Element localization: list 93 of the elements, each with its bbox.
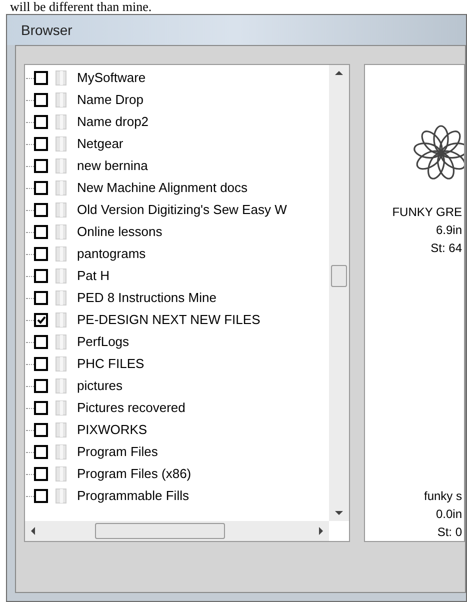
checkbox[interactable] (34, 203, 48, 217)
folder-name: Pat H (77, 267, 110, 286)
folder-icon (54, 92, 68, 108)
folder-item[interactable]: pantograms (25, 243, 329, 265)
folder-icon (54, 268, 68, 284)
folder-icon (54, 378, 68, 394)
folder-name: Program Files (77, 443, 158, 462)
design-info-text: funky s (424, 488, 463, 505)
folder-item[interactable]: Online lessons (25, 221, 329, 243)
folder-item[interactable]: PIXWORKS (25, 419, 329, 441)
folder-icon (54, 246, 68, 262)
folder-name: New Machine Alignment docs (77, 179, 248, 198)
checkbox[interactable] (34, 445, 48, 459)
folder-item[interactable]: new bernina (25, 155, 329, 177)
folder-item[interactable]: Old Version Digitizing's Sew Easy W (25, 199, 329, 221)
folder-item[interactable]: PE-DESIGN NEXT NEW FILES (25, 309, 329, 331)
checkbox[interactable] (34, 467, 48, 481)
checkbox[interactable] (34, 93, 48, 107)
checkbox[interactable] (34, 71, 48, 85)
checkbox[interactable] (34, 269, 48, 283)
checkbox[interactable] (34, 159, 48, 173)
folder-icon (54, 136, 68, 152)
folder-name: new bernina (77, 157, 148, 176)
checkbox[interactable] (34, 225, 48, 239)
design-info-text: 6.9in (436, 222, 463, 239)
checkbox[interactable] (34, 335, 48, 349)
folder-icon (54, 70, 68, 86)
folder-item[interactable]: Name Drop (25, 89, 329, 111)
folder-name: PerfLogs (77, 333, 130, 352)
caption-text: will be different than mine. (9, 0, 153, 14)
folder-item[interactable]: Name drop2 (25, 111, 329, 133)
folder-name: Name Drop (77, 91, 144, 110)
folder-icon (54, 290, 68, 306)
folder-name: Pictures recovered (77, 399, 186, 418)
folder-item[interactable]: PHC FILES (25, 353, 329, 375)
folder-name: Programmable Fills (77, 487, 189, 506)
folder-item[interactable]: New Machine Alignment docs (25, 177, 329, 199)
folder-name: Name drop2 (77, 113, 149, 132)
checkbox[interactable] (34, 313, 48, 327)
folder-icon (54, 312, 68, 328)
design-info-text: St: 0 (437, 524, 463, 541)
folder-icon (54, 356, 68, 372)
folder-name: MySoftware (77, 69, 146, 88)
folder-item[interactable]: PerfLogs (25, 331, 329, 353)
folder-icon (54, 444, 68, 460)
design-info-text: St: 64 (430, 240, 463, 257)
folder-icon (54, 158, 68, 174)
folder-icon (54, 202, 68, 218)
checkmark-icon (36, 316, 46, 324)
folder-name: Online lessons (77, 223, 162, 242)
horizontal-scrollbar[interactable] (25, 521, 329, 541)
checkbox[interactable] (34, 423, 48, 437)
folder-name: PHC FILES (77, 355, 144, 374)
folder-name: Old Version Digitizing's Sew Easy W (77, 201, 287, 220)
folder-item[interactable]: Programmable Fills (25, 485, 329, 507)
folder-icon (54, 114, 68, 130)
folder-name: Netgear (77, 135, 124, 154)
window-title: Browser (7, 15, 466, 45)
design-info-text: FUNKY GRE (392, 204, 463, 221)
folder-icon (54, 224, 68, 240)
folder-icon (54, 422, 68, 438)
folder-name: PE-DESIGN NEXT NEW FILES (77, 311, 260, 330)
folder-name: PED 8 Instructions Mine (77, 289, 216, 308)
checkbox[interactable] (34, 489, 48, 503)
folder-item[interactable]: pictures (25, 375, 329, 397)
checkbox[interactable] (34, 247, 48, 261)
checkbox[interactable] (34, 137, 48, 151)
scroll-thumb[interactable] (95, 523, 225, 539)
design-info-text: 0.0in (436, 506, 463, 523)
checkbox[interactable] (34, 379, 48, 393)
folder-item[interactable]: Pat H (25, 265, 329, 287)
vertical-scrollbar[interactable] (329, 65, 349, 521)
folder-icon (54, 400, 68, 416)
folder-name: PIXWORKS (77, 421, 148, 440)
folder-item[interactable]: Pictures recovered (25, 397, 329, 419)
folder-name: Program Files (x86) (77, 465, 192, 484)
folder-item[interactable]: Netgear (25, 133, 329, 155)
folder-icon (54, 180, 68, 196)
folder-icon (54, 488, 68, 504)
scroll-thumb[interactable] (331, 265, 347, 287)
checkbox[interactable] (34, 357, 48, 371)
checkbox[interactable] (34, 401, 48, 415)
folder-item[interactable]: Program Files (25, 441, 329, 463)
folder-name: pantograms (77, 245, 146, 264)
folder-item[interactable]: PED 8 Instructions Mine (25, 287, 329, 309)
folder-item[interactable]: MySoftware (25, 67, 329, 89)
folder-item[interactable]: Program Files (x86) (25, 463, 329, 485)
folder-icon (54, 466, 68, 482)
checkbox[interactable] (34, 115, 48, 129)
checkbox[interactable] (34, 181, 48, 195)
folder-icon (54, 334, 68, 350)
checkbox[interactable] (34, 291, 48, 305)
folder-name: pictures (77, 377, 123, 396)
